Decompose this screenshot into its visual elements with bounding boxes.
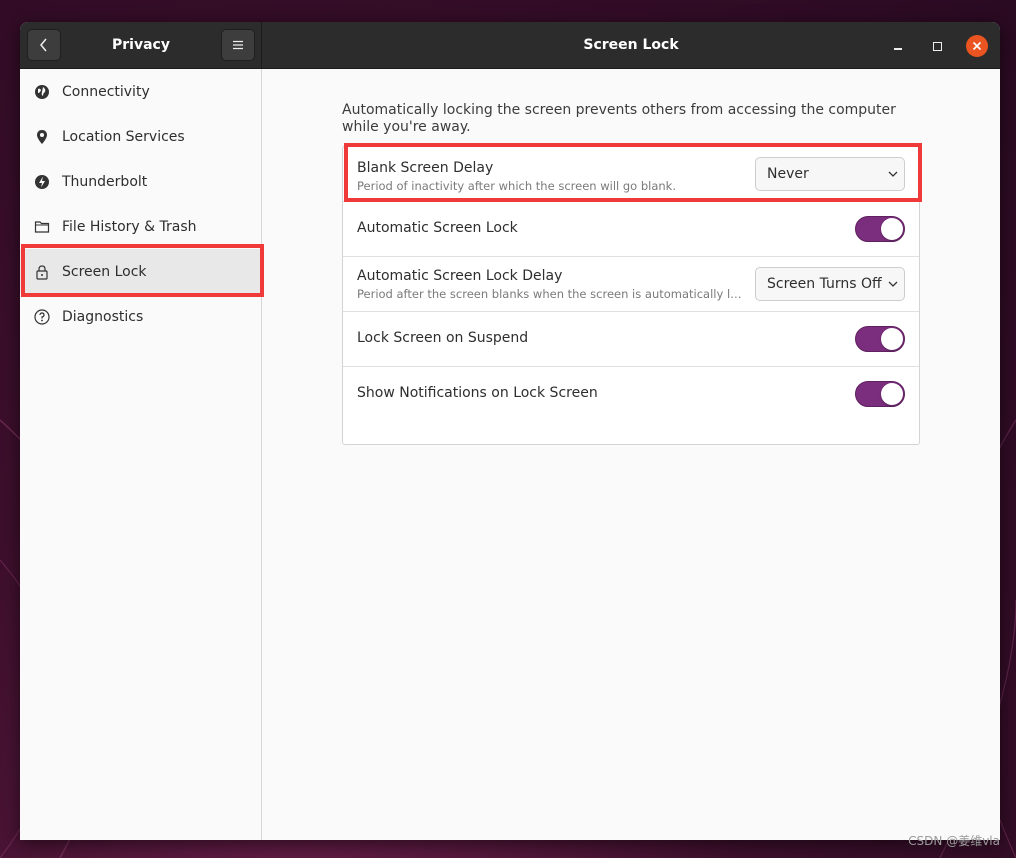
row-show-notifications: Show Notifications on Lock Screen bbox=[343, 367, 919, 422]
chevron-left-icon bbox=[40, 38, 47, 52]
row-title: Show Notifications on Lock Screen bbox=[357, 385, 598, 401]
row-title: Automatic Screen Lock Delay bbox=[357, 268, 563, 284]
hamburger-icon bbox=[233, 40, 243, 50]
toggle-knob bbox=[881, 328, 903, 350]
sidebar-item-label: Diagnostics bbox=[62, 308, 144, 325]
sidebar-item-connectivity[interactable]: Connectivity bbox=[20, 69, 262, 114]
thunderbolt-icon bbox=[34, 174, 50, 190]
hamburger-menu-button[interactable] bbox=[221, 29, 255, 61]
minimize-icon bbox=[894, 48, 902, 50]
row-title: Lock Screen on Suspend bbox=[357, 330, 529, 346]
close-button[interactable] bbox=[966, 35, 988, 57]
sidebar-item-thunderbolt[interactable]: Thunderbolt bbox=[20, 159, 262, 204]
question-icon bbox=[34, 308, 50, 325]
sidebar-item-label: Connectivity bbox=[62, 83, 150, 100]
toggle-knob bbox=[881, 218, 903, 240]
highlight-box-screen-lock bbox=[21, 244, 264, 297]
row-subtitle: Period after the screen blanks when the … bbox=[357, 287, 745, 301]
row-automatic-screen-lock: Automatic Screen Lock bbox=[343, 202, 919, 257]
location-pin-icon bbox=[34, 129, 50, 145]
sidebar: Connectivity Location Services Thunderbo… bbox=[20, 69, 262, 840]
sidebar-item-file-history[interactable]: File History & Trash bbox=[20, 204, 262, 249]
lock-screen-on-suspend-toggle[interactable] bbox=[855, 326, 905, 352]
dropdown-value: Screen Turns Off bbox=[767, 276, 882, 292]
highlight-box-blank-screen-delay bbox=[344, 143, 922, 202]
globe-icon bbox=[34, 84, 50, 100]
row-lock-screen-on-suspend: Lock Screen on Suspend bbox=[343, 312, 919, 367]
maximize-icon bbox=[932, 41, 942, 51]
sidebar-item-diagnostics[interactable]: Diagnostics bbox=[20, 294, 262, 339]
sidebar-item-location-services[interactable]: Location Services bbox=[20, 114, 262, 159]
watermark: CSDN @姜维vla bbox=[908, 834, 1000, 848]
sidebar-header: Privacy bbox=[20, 22, 262, 69]
header-bar: Privacy Screen Lock bbox=[20, 22, 1000, 69]
maximize-button[interactable] bbox=[927, 36, 947, 56]
folder-icon bbox=[34, 219, 50, 235]
sidebar-item-label: Location Services bbox=[62, 128, 185, 145]
toggle-knob bbox=[881, 383, 903, 405]
automatic-screen-lock-toggle[interactable] bbox=[855, 216, 905, 242]
sidebar-item-label: Thunderbolt bbox=[62, 173, 148, 190]
back-button[interactable] bbox=[27, 29, 61, 61]
minimize-button[interactable] bbox=[888, 36, 908, 56]
row-automatic-screen-lock-delay: Automatic Screen Lock Delay Period after… bbox=[343, 257, 919, 312]
sidebar-item-label: File History & Trash bbox=[62, 218, 197, 235]
close-icon bbox=[972, 41, 982, 51]
screen-lock-description: Automatically locking the screen prevent… bbox=[342, 102, 896, 135]
automatic-screen-lock-delay-dropdown[interactable]: Screen Turns Off bbox=[755, 267, 905, 301]
chevron-down-icon bbox=[882, 281, 904, 287]
show-notifications-toggle[interactable] bbox=[855, 381, 905, 407]
settings-window: Privacy Screen Lock Connectivity Locatio… bbox=[20, 22, 1000, 840]
row-title: Automatic Screen Lock bbox=[357, 220, 518, 236]
